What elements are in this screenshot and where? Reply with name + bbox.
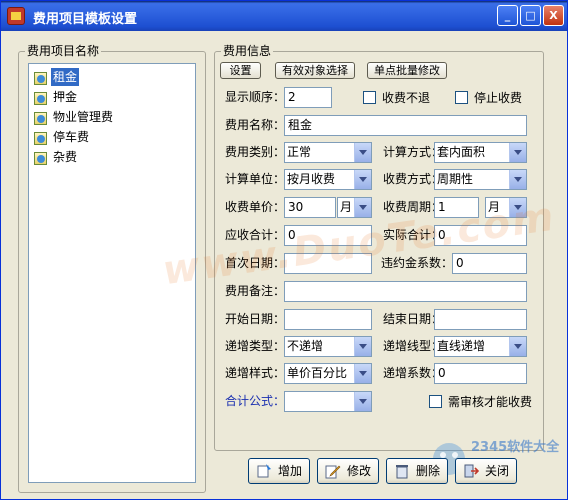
select-value: 正常 — [287, 145, 312, 159]
fee-type-select[interactable]: 正常 — [284, 142, 372, 163]
checkbox-label: 停止收费 — [474, 90, 523, 105]
tree-item-label: 杂费 — [53, 150, 78, 164]
chevron-down-icon[interactable] — [354, 337, 371, 356]
need-review-checkbox[interactable]: 需审核才能收费 — [429, 391, 532, 411]
chevron-down-icon[interactable] — [354, 364, 371, 383]
tree-item-rent[interactable]: 租金 — [33, 68, 80, 86]
fee-info-legend: 费用信息 — [221, 44, 274, 58]
edit-icon — [325, 463, 341, 479]
select-value: 不递增 — [287, 339, 324, 353]
fee-type-label: 费用类别： — [225, 145, 286, 159]
fee-item-icon — [33, 90, 48, 105]
app-icon — [7, 7, 25, 25]
total-formula-label[interactable]: 合计公式： — [225, 391, 285, 411]
tree-item-label: 停车费 — [53, 130, 90, 144]
unit-price-field[interactable]: 30 — [284, 197, 336, 218]
stop-charge-checkbox[interactable]: 停止收费 — [455, 87, 522, 107]
exit-icon — [463, 463, 480, 479]
start-date-label: 开始日期： — [225, 312, 286, 326]
penalty-coef-field[interactable]: 0 — [452, 253, 527, 274]
fee-item-icon — [33, 110, 48, 125]
fee-note-field[interactable] — [284, 281, 527, 302]
close-button[interactable]: 关闭 — [455, 458, 517, 484]
calc-unit-select[interactable]: 按月收费 — [284, 169, 372, 190]
checkbox-box[interactable] — [363, 90, 376, 104]
tree-item-parking-fee[interactable]: 停车费 — [33, 128, 91, 146]
tab-valid-objects[interactable]: 有效对象选择 — [275, 62, 355, 79]
fee-item-icon — [33, 130, 48, 145]
display-order-label: 显示顺序： — [225, 90, 286, 104]
edit-button[interactable]: 修改 — [317, 458, 379, 484]
fee-name-label: 费用名称： — [225, 118, 286, 132]
tree-item-label: 租金 — [51, 68, 80, 86]
chevron-down-icon[interactable] — [354, 392, 371, 411]
select-value: 直线递增 — [437, 339, 486, 353]
select-value: 月 — [340, 200, 353, 214]
chevron-down-icon[interactable] — [354, 198, 371, 217]
button-label: 删除 — [415, 464, 440, 478]
window-title: 费用项目模板设置 — [33, 12, 138, 27]
end-date-field[interactable] — [434, 309, 527, 330]
fee-item-icon — [33, 150, 48, 165]
no-refund-checkbox[interactable]: 收费不退 — [363, 87, 430, 107]
charge-method-select[interactable]: 周期性 — [434, 169, 527, 190]
close-window-button[interactable]: X — [543, 5, 564, 26]
increment-type-select[interactable]: 不递增 — [284, 336, 372, 357]
checkbox-label: 收费不退 — [382, 90, 431, 105]
total-formula-select[interactable] — [284, 391, 372, 412]
button-label: 修改 — [346, 464, 371, 478]
checkbox-box[interactable] — [429, 394, 442, 408]
fee-item-legend: 费用项目名称 — [25, 44, 102, 58]
tree-item-property-fee[interactable]: 物业管理费 — [33, 108, 115, 126]
button-label: 增加 — [277, 464, 302, 478]
chevron-down-icon[interactable] — [354, 170, 371, 189]
unit-price-period-select[interactable]: 月 — [337, 197, 372, 218]
increment-style-select[interactable]: 单价百分比 — [284, 363, 372, 384]
title-bar[interactable]: 费用项目模板设置 _ □ X — [1, 1, 567, 31]
select-value: 单价百分比 — [287, 366, 348, 380]
delete-icon — [394, 463, 410, 479]
checkbox-label: 需审核才能收费 — [448, 394, 533, 409]
minimize-button[interactable]: _ — [497, 5, 518, 26]
add-button[interactable]: 增加 — [248, 458, 310, 484]
brand-watermark-text: 2345软件大全 — [471, 439, 560, 455]
button-label: 关闭 — [484, 464, 509, 478]
chevron-down-icon[interactable] — [509, 143, 526, 162]
tree-item-label: 押金 — [53, 90, 78, 104]
start-date-field[interactable] — [284, 309, 372, 330]
chevron-down-icon[interactable] — [354, 143, 371, 162]
chevron-down-icon[interactable] — [509, 170, 526, 189]
tree-item-deposit[interactable]: 押金 — [33, 88, 79, 106]
tab-batch-modify[interactable]: 单点批量修改 — [367, 62, 447, 79]
checkbox-box[interactable] — [455, 90, 468, 104]
display-order-field[interactable]: 2 — [284, 87, 332, 108]
delete-button[interactable]: 删除 — [386, 458, 448, 484]
select-value: 套内面积 — [437, 145, 486, 159]
tree-item-misc-fee[interactable]: 杂费 — [33, 148, 79, 166]
increment-style-label: 递增样式： — [225, 366, 286, 380]
increment-coef-field[interactable]: 0 — [434, 363, 527, 384]
tab-settings[interactable]: 设置 — [220, 62, 261, 79]
unit-price-label: 收费单价： — [225, 200, 286, 214]
select-value: 按月收费 — [287, 172, 336, 186]
fee-item-icon — [33, 70, 48, 85]
calc-method-select[interactable]: 套内面积 — [434, 142, 527, 163]
increment-line-select[interactable]: 直线递增 — [434, 336, 527, 357]
increment-type-label: 递增类型： — [225, 339, 286, 353]
select-value: 周期性 — [437, 172, 474, 186]
main-window: 费用项目模板设置 _ □ X 费用项目名称 租金 押金 物业管理费 停车费 杂费 — [0, 0, 568, 500]
fee-name-field[interactable]: 租金 — [284, 115, 527, 136]
maximize-button[interactable]: □ — [520, 5, 541, 26]
calc-unit-label: 计算单位： — [225, 172, 286, 186]
chevron-down-icon[interactable] — [509, 337, 526, 356]
add-icon — [256, 463, 272, 479]
tree-item-label: 物业管理费 — [53, 110, 114, 124]
